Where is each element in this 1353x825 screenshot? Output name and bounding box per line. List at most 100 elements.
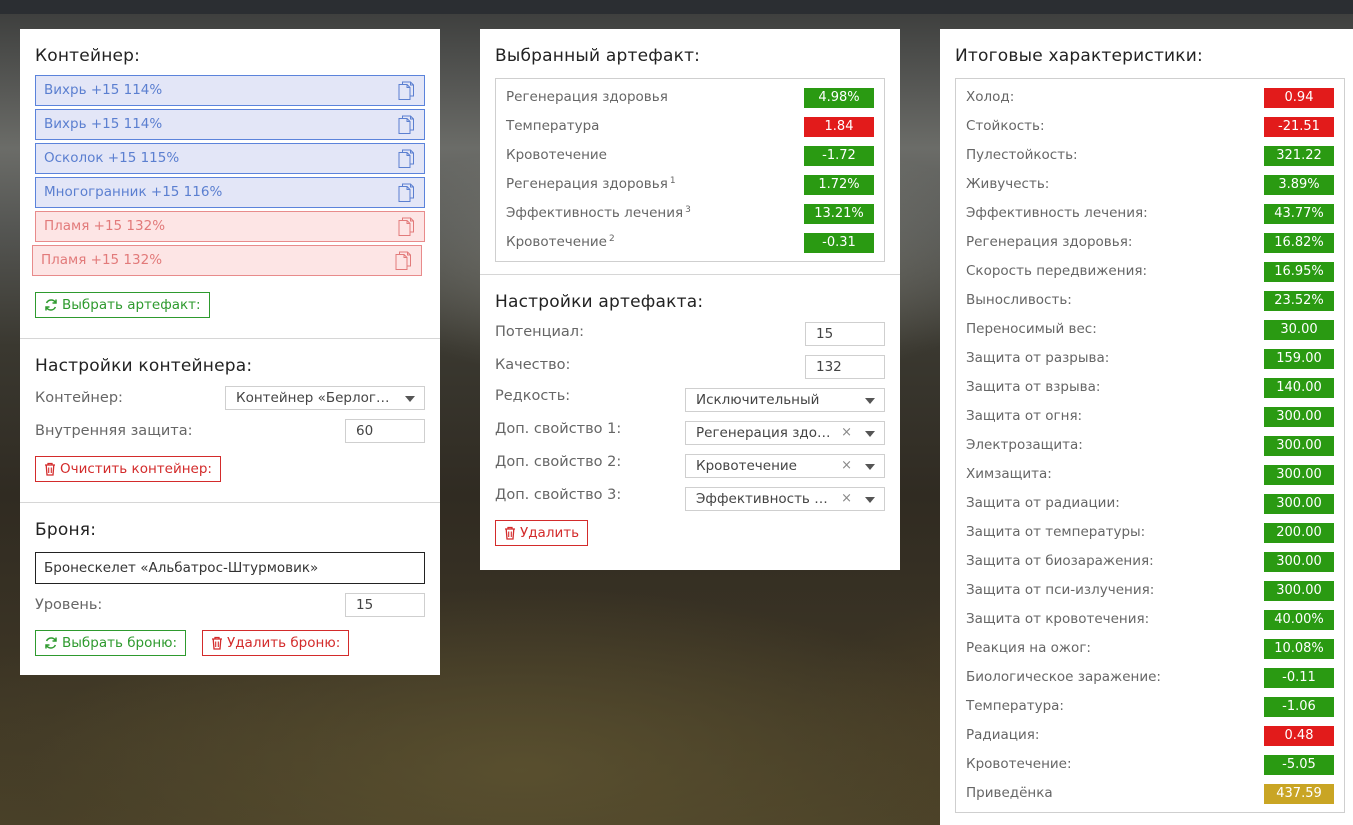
stat-label-text: Кровотечение bbox=[506, 234, 607, 250]
copy-icon[interactable] bbox=[398, 81, 414, 100]
extra-property-1-select[interactable]: Регенерация здор... × bbox=[685, 421, 885, 445]
container-slot[interactable]: Пламя +15 132% bbox=[32, 245, 422, 276]
stat-row: Радиация: 0.48 bbox=[966, 721, 1334, 750]
container-slot[interactable]: Осколок +15 115% bbox=[35, 143, 425, 174]
copy-icon[interactable] bbox=[398, 183, 414, 202]
quality-row: Качество: 132 bbox=[495, 355, 885, 388]
stat-value-badge: -0.11 bbox=[1264, 668, 1334, 688]
copy-icon[interactable] bbox=[395, 251, 411, 270]
copy-icon[interactable] bbox=[398, 115, 414, 134]
armor-level-input[interactable]: 15 bbox=[345, 593, 425, 617]
rarity-select[interactable]: Исключительный bbox=[685, 388, 885, 412]
clear-icon[interactable]: × bbox=[841, 455, 852, 477]
extra-property-2-select[interactable]: Кровотечение × bbox=[685, 454, 885, 478]
stat-label-text: Защита от температуры: bbox=[966, 524, 1146, 540]
stat-label: Регенерация здоровья 1 bbox=[506, 176, 676, 192]
container-slot[interactable]: Многогранник +15 116% bbox=[35, 177, 425, 208]
delete-armor-button[interactable]: Удалить броню: bbox=[202, 630, 350, 656]
stat-label: Регенерация здоровья: bbox=[966, 234, 1132, 250]
stat-value-badge: 300.00 bbox=[1264, 494, 1334, 514]
stat-value-badge: 23.52% bbox=[1264, 291, 1334, 311]
container-slot-label: Многогранник +15 116% bbox=[44, 184, 223, 200]
extra-property-3-select[interactable]: Эффективность ле... × bbox=[685, 487, 885, 511]
stat-value-badge: 1.84 bbox=[804, 117, 874, 137]
copy-icon[interactable] bbox=[398, 149, 414, 168]
container-section: Контейнер: Вихрь +15 114% Вихрь +15 114% О… bbox=[20, 29, 440, 338]
stat-value-badge: 10.08% bbox=[1264, 639, 1334, 659]
stat-label-text: Регенерация здоровья bbox=[506, 89, 668, 105]
stat-row: Реакция на ожог: 10.08% bbox=[966, 634, 1334, 663]
select-artifact-button[interactable]: Выбрать артефакт: bbox=[35, 292, 210, 318]
stat-row: Стойкость: -21.51 bbox=[966, 112, 1334, 141]
stat-row: Электрозащита: 300.00 bbox=[966, 431, 1334, 460]
quality-label: Качество: bbox=[495, 357, 571, 373]
clear-icon[interactable]: × bbox=[841, 422, 852, 444]
stat-value-badge: 16.82% bbox=[1264, 233, 1334, 253]
stat-row: Переносимый вес: 30.00 bbox=[966, 315, 1334, 344]
stat-label: Приведёнка bbox=[966, 785, 1053, 801]
stat-label: Кровотечение bbox=[506, 147, 607, 163]
stat-row: Защита от пси-излучения: 300.00 bbox=[966, 576, 1334, 605]
potential-row: Потенциал: 15 bbox=[495, 322, 885, 355]
stat-value-badge: 300.00 bbox=[1264, 581, 1334, 601]
selected-artifact-section: Выбранный артефакт: Регенерация здоровья… bbox=[480, 29, 900, 274]
quality-input[interactable]: 132 bbox=[805, 355, 885, 379]
stat-label: Защита от огня: bbox=[966, 408, 1082, 424]
container-slot-label: Вихрь +15 114% bbox=[44, 82, 163, 98]
stat-value-badge: 140.00 bbox=[1264, 378, 1334, 398]
stat-label: Эффективность лечения: bbox=[966, 205, 1148, 221]
stat-label-text: Защита от пси-излучения: bbox=[966, 582, 1155, 598]
stat-row: Приведёнка 437.59 bbox=[966, 779, 1334, 808]
inner-protection-input[interactable]: 60 bbox=[345, 419, 425, 443]
clear-icon[interactable]: × bbox=[841, 488, 852, 510]
container-slot-label: Вихрь +15 114% bbox=[44, 116, 163, 132]
stat-row: Выносливость: 23.52% bbox=[966, 286, 1334, 315]
stat-value-badge: 16.95% bbox=[1264, 262, 1334, 282]
delete-artifact-button[interactable]: Удалить bbox=[495, 520, 589, 546]
stat-row: Эффективность лечения 3 13.21% bbox=[506, 199, 874, 228]
armor-name-field[interactable]: Бронескелет «Альбатрос-Штурмовик» bbox=[35, 552, 425, 584]
rarity-label: Редкость: bbox=[495, 388, 571, 404]
stat-value-badge: -1.72 bbox=[804, 146, 874, 166]
stat-label: Реакция на ожог: bbox=[966, 640, 1091, 656]
stat-label: Защита от температуры: bbox=[966, 524, 1145, 540]
stat-label: Температура bbox=[506, 118, 599, 134]
extra-property-2-row: Доп. свойство 2: Кровотечение × bbox=[495, 454, 885, 487]
potential-input[interactable]: 15 bbox=[805, 322, 885, 346]
chevron-down-icon bbox=[865, 398, 875, 404]
stat-row: Защита от температуры: 200.00 bbox=[966, 518, 1334, 547]
stat-value-badge: 300.00 bbox=[1264, 436, 1334, 456]
select-armor-button[interactable]: Выбрать броню: bbox=[35, 630, 187, 656]
stat-label: Живучесть: bbox=[966, 176, 1049, 192]
container-slot[interactable]: Пламя +15 132% bbox=[35, 211, 425, 242]
stat-label: Переносимый вес: bbox=[966, 321, 1097, 337]
clear-container-button[interactable]: Очистить контейнер: bbox=[35, 456, 221, 482]
container-slot[interactable]: Вихрь +15 114% bbox=[35, 75, 425, 106]
stat-value-badge: 321.22 bbox=[1264, 146, 1334, 166]
stat-label: Защита от кровотечения: bbox=[966, 611, 1149, 627]
container-slot[interactable]: Вихрь +15 114% bbox=[35, 109, 425, 140]
stat-row: Защита от огня: 300.00 bbox=[966, 402, 1334, 431]
totals-stats: Холод: 0.94 Стойкость: -21.51 Пулестойкость:… bbox=[955, 78, 1345, 813]
stat-label-text: Химзащита: bbox=[966, 466, 1052, 482]
armor-level-row: Уровень: 15 bbox=[35, 593, 425, 626]
selected-artifact-title: Выбранный артефакт: bbox=[495, 46, 701, 66]
copy-icon[interactable] bbox=[398, 217, 414, 236]
stat-label: Защита от разрыва: bbox=[966, 350, 1109, 366]
stat-value-badge: 0.94 bbox=[1264, 88, 1334, 108]
container-type-select[interactable]: Контейнер «Берлога... bbox=[225, 386, 425, 410]
stat-label-text: Стойкость: bbox=[966, 118, 1045, 134]
stat-label-text: Выносливость: bbox=[966, 292, 1072, 308]
stat-label-text: Приведёнка bbox=[966, 785, 1053, 801]
stat-label-text: Переносимый вес: bbox=[966, 321, 1097, 337]
stat-label: Химзащита: bbox=[966, 466, 1052, 482]
stat-row: Защита от взрыва: 140.00 bbox=[966, 373, 1334, 402]
stat-label-text: Холод: bbox=[966, 89, 1015, 105]
extra-property-1-label: Доп. свойство 1: bbox=[495, 421, 622, 437]
stat-label-text: Защита от разрыва: bbox=[966, 350, 1110, 366]
stat-row: Защита от биозаражения: 300.00 bbox=[966, 547, 1334, 576]
container-slot-label: Осколок +15 115% bbox=[44, 150, 180, 166]
artifact-settings-section: Настройки артефакта: Потенциал: 15 Качес… bbox=[480, 274, 900, 570]
stat-label-text: Скорость передвижения: bbox=[966, 263, 1148, 279]
chevron-down-icon bbox=[865, 497, 875, 503]
